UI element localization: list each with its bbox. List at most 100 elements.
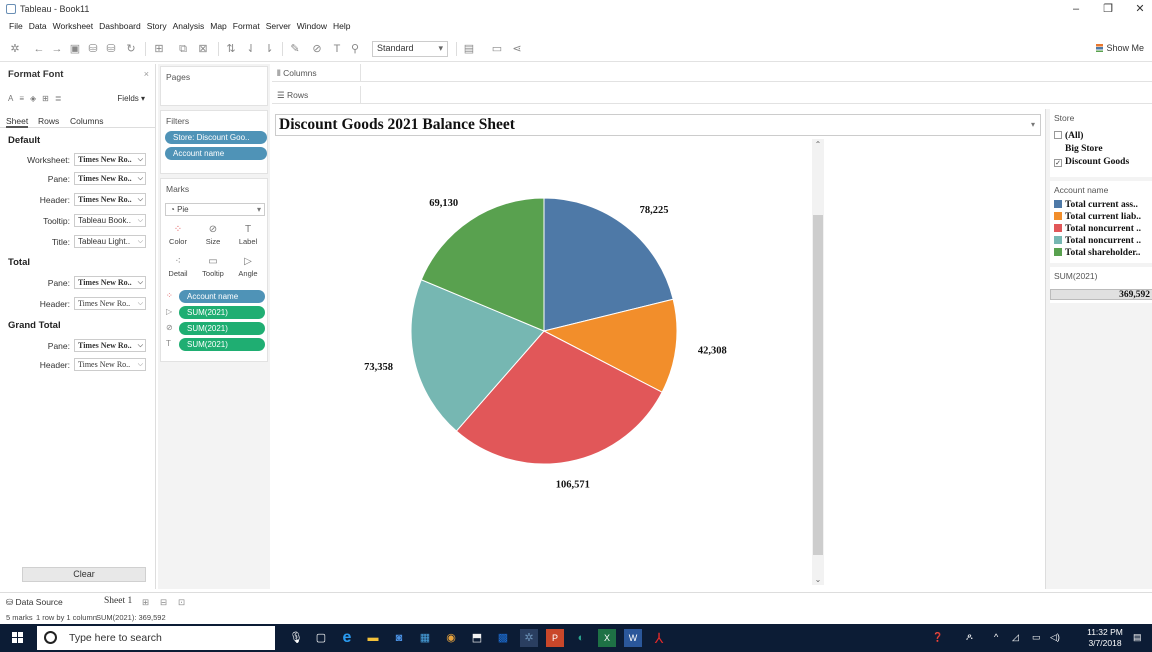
swap-rows-columns-icon[interactable]: ⇅ [224, 42, 238, 56]
tooltip-button[interactable]: ▭ Tooltip [200, 255, 226, 281]
close-button[interactable]: ✕ [1130, 2, 1150, 16]
label-button[interactable]: T Label [235, 223, 261, 249]
scroll-up-icon[interactable]: ⌃ [812, 140, 824, 149]
menu-window[interactable]: Window [294, 19, 330, 33]
vertical-scrollbar[interactable]: ⌃ ⌄ [812, 139, 824, 585]
mark-type-select[interactable]: ◔ Pie ▾ [165, 203, 265, 216]
restore-button[interactable]: ❐ [1098, 2, 1118, 16]
menu-map[interactable]: Map [207, 19, 230, 33]
clear-sheet-icon[interactable]: ⊠ [196, 42, 210, 56]
app-icon-3[interactable]: ▩ [494, 629, 512, 647]
file-explorer-icon[interactable]: ▬ [364, 629, 382, 647]
data-source-tab[interactable]: ⛁ Data Source [6, 597, 63, 608]
forward-arrow-icon[interactable]: → [50, 42, 64, 56]
borders-format-icon[interactable]: ⊞ [42, 94, 49, 103]
detail-button[interactable]: ⁖ Detail [165, 255, 191, 281]
app-icon-2[interactable]: ▦ [416, 629, 434, 647]
menu-worksheet[interactable]: Worksheet [50, 19, 96, 33]
title-font-select[interactable]: Tableau Light.. ⌵ [74, 235, 146, 248]
menu-dashboard[interactable]: Dashboard [96, 19, 144, 33]
windows-start-icon[interactable] [12, 632, 24, 644]
new-dashboard-tab-icon[interactable]: ⊟ [160, 597, 167, 608]
store-icon[interactable]: ⬒ [468, 629, 486, 647]
edge-icon[interactable]: e [338, 629, 356, 647]
duplicate-sheet-icon[interactable]: ⧉ [176, 42, 190, 56]
new-worksheet-tab-icon[interactable]: ⊞ [142, 597, 149, 608]
excel-icon[interactable]: X [598, 629, 616, 647]
network-icon[interactable]: ◿ [1012, 632, 1019, 643]
total-pane-font-select[interactable]: Times New Ro.. ⌵ [74, 276, 146, 289]
filter-pill-account-name[interactable]: Account name [165, 147, 267, 160]
app-icon-4[interactable]: ◐ [572, 629, 590, 647]
share-icon[interactable]: ⋖ [510, 42, 524, 56]
tab-columns[interactable]: Columns [70, 116, 104, 126]
show-labels-icon[interactable]: T [330, 42, 344, 56]
battery-icon[interactable]: ▭ [1032, 632, 1041, 643]
total-header-font-select[interactable]: Times New Ro.. ⌵ [74, 297, 146, 310]
help-tray-icon[interactable]: ❓ [932, 632, 943, 643]
tooltip-font-select[interactable]: Tableau Book.. ⌵ [74, 214, 146, 227]
store-option-all[interactable]: (All) [1054, 131, 1152, 141]
show-me-button[interactable]: Show Me [1096, 43, 1144, 53]
scrollbar-thumb[interactable] [813, 215, 823, 555]
tab-rows[interactable]: Rows [38, 116, 59, 126]
menu-help[interactable]: Help [330, 19, 353, 33]
app-icon-1[interactable]: ◙ [390, 629, 408, 647]
marks-pill-account-name[interactable]: Account name [179, 290, 265, 303]
marks-pill-sum-size[interactable]: SUM(2021) [179, 322, 265, 335]
tab-sheet[interactable]: Sheet [6, 116, 29, 128]
worksheet-font-select[interactable]: Times New Ro.. ⌵ [74, 153, 146, 166]
size-button[interactable]: ⊘ Size [200, 223, 226, 249]
menu-format[interactable]: Format [230, 19, 263, 33]
legend-item-total-current-assets[interactable]: Total current ass.. [1054, 200, 1152, 210]
chrome-icon[interactable]: ◉ [442, 629, 460, 647]
menu-server[interactable]: Server [263, 19, 294, 33]
new-story-tab-icon[interactable]: ⊡ [178, 597, 185, 608]
alignment-format-icon[interactable]: ≡ [19, 94, 24, 103]
fit-select[interactable]: Standard ▾ [372, 41, 448, 57]
people-icon[interactable]: ዶ [966, 632, 973, 643]
grand-header-font-select[interactable]: Times New Ro.. ⌵ [74, 358, 146, 371]
rows-shelf[interactable]: ☰ Rows [272, 86, 1152, 104]
pages-card[interactable]: Pages [160, 66, 268, 106]
microphone-icon[interactable]: 🎙 [287, 629, 305, 647]
volume-icon[interactable]: ◁) [1050, 632, 1060, 643]
new-data-source-icon[interactable]: ⛁ [86, 42, 100, 56]
pane-font-select[interactable]: Times New Ro.. ⌵ [74, 172, 146, 185]
task-view-icon[interactable]: ▢ [312, 629, 330, 647]
highlight-icon[interactable]: ✎ [288, 42, 302, 56]
clear-button[interactable]: Clear [22, 567, 146, 582]
legend-item-total-noncurrent-1[interactable]: Total noncurrent .. [1054, 224, 1152, 234]
filter-pill-store[interactable]: Store: Discount Goo.. [165, 131, 267, 144]
menu-analysis[interactable]: Analysis [170, 19, 208, 33]
fields-dropdown[interactable]: Fields ▾ [117, 94, 145, 103]
angle-button[interactable]: ▷ Angle [235, 255, 261, 281]
sort-ascending-icon[interactable]: ⇃ [244, 42, 258, 56]
taskbar-search-box[interactable]: Type here to search [37, 626, 275, 650]
fix-axes-icon[interactable]: ⚲ [348, 42, 362, 56]
grand-pane-font-select[interactable]: Times New Ro.. ⌵ [74, 339, 146, 352]
save-icon[interactable]: ▣ [68, 42, 82, 56]
minimize-button[interactable]: – [1066, 2, 1086, 16]
powerpoint-icon[interactable]: P [546, 629, 564, 647]
legend-item-total-noncurrent-2[interactable]: Total noncurrent .. [1054, 236, 1152, 246]
back-arrow-icon[interactable]: ← [32, 42, 46, 56]
taskbar-clock[interactable]: 11:32 PM 3/7/2018 [1085, 627, 1125, 649]
new-worksheet-icon[interactable]: ⊞ [152, 42, 166, 56]
columns-shelf[interactable]: ⦀ Columns [272, 64, 1152, 82]
legend-item-total-current-liabilities[interactable]: Total current liab.. [1054, 212, 1152, 222]
tray-expand-icon[interactable]: ^ [994, 632, 998, 642]
legend-item-total-shareholder[interactable]: Total shareholder.. [1054, 248, 1152, 258]
show-cards-icon[interactable]: ▤ [462, 42, 476, 56]
pause-updates-icon[interactable]: ⛁ [104, 42, 118, 56]
scroll-down-icon[interactable]: ⌄ [812, 575, 824, 584]
shading-format-icon[interactable]: ◈ [30, 94, 36, 103]
word-icon[interactable]: W [624, 629, 642, 647]
menu-file[interactable]: File [6, 19, 26, 33]
font-format-icon[interactable]: A [8, 94, 13, 103]
close-icon[interactable]: × [144, 69, 149, 79]
sheet-1-tab[interactable]: Sheet 1 [104, 596, 132, 606]
store-option-big-store[interactable]: Big Store [1054, 144, 1152, 154]
header-font-select[interactable]: Times New Ro.. ⌵ [74, 193, 146, 206]
refresh-icon[interactable]: ↻ [124, 42, 138, 56]
